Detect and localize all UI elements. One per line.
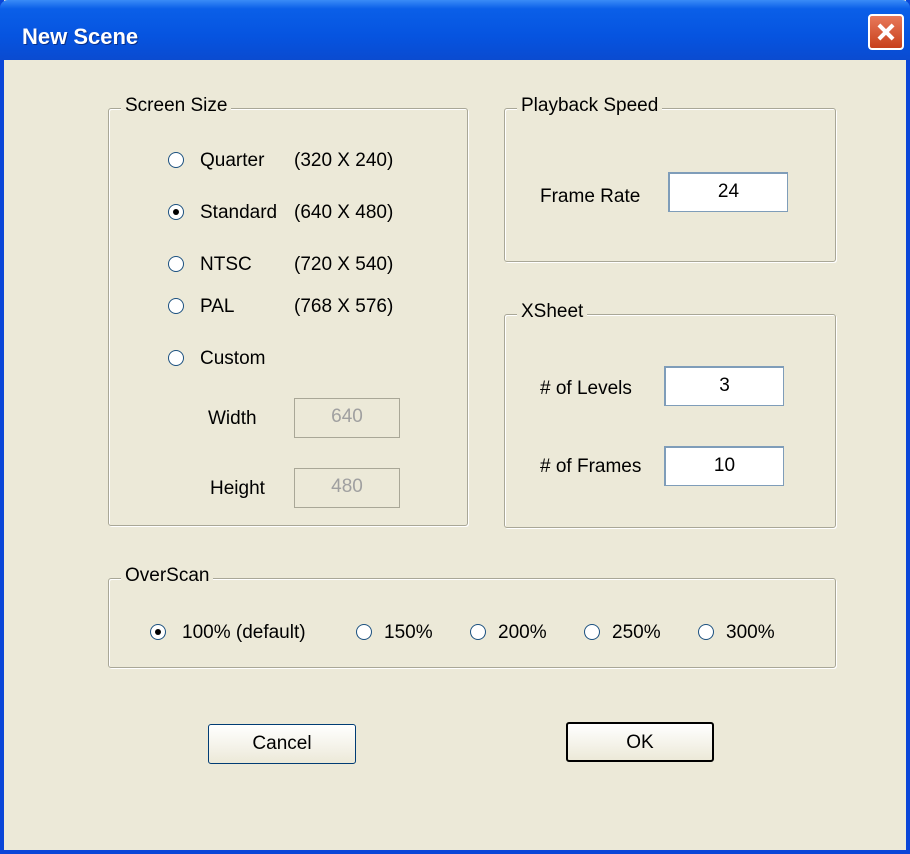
- ntsc-label: NTSC: [200, 254, 252, 275]
- ok-button[interactable]: OK: [566, 722, 714, 762]
- quarter-label: Quarter: [200, 150, 265, 171]
- screen-size-legend: Screen Size: [121, 95, 232, 117]
- screen-size-group: Screen Size: [108, 95, 468, 526]
- radio-overscan-150[interactable]: [356, 624, 372, 640]
- frame-rate-input[interactable]: 24: [668, 172, 788, 212]
- height-label: Height: [210, 478, 265, 499]
- radio-quarter[interactable]: [168, 152, 184, 168]
- radio-overscan-100[interactable]: [150, 624, 166, 640]
- cancel-button[interactable]: Cancel: [208, 724, 356, 764]
- title-bar[interactable]: New Scene: [0, 0, 910, 60]
- new-scene-dialog: New Scene Screen Size Quarter (320 X 240…: [0, 0, 910, 854]
- height-field[interactable]: 480: [294, 468, 400, 508]
- radio-overscan-300[interactable]: [698, 624, 714, 640]
- overscan-100-label: 100% (default): [182, 622, 306, 643]
- ntsc-size: (720 X 540): [294, 254, 394, 275]
- overscan-150-label: 150%: [384, 622, 433, 643]
- levels-input[interactable]: 3: [664, 366, 784, 406]
- radio-overscan-200[interactable]: [470, 624, 486, 640]
- radio-custom[interactable]: [168, 350, 184, 366]
- radio-ntsc[interactable]: [168, 256, 184, 272]
- width-field[interactable]: 640: [294, 398, 400, 438]
- overscan-250-label: 250%: [612, 622, 661, 643]
- width-label: Width: [208, 408, 257, 429]
- radio-standard[interactable]: [168, 204, 184, 220]
- pal-label: PAL: [200, 296, 235, 317]
- standard-label: Standard: [200, 202, 278, 223]
- quarter-size: (320 X 240): [294, 150, 394, 171]
- standard-size: (640 X 480): [294, 202, 394, 223]
- playback-speed-legend: Playback Speed: [517, 95, 663, 117]
- close-icon[interactable]: [868, 14, 904, 50]
- frame-rate-label: Frame Rate: [540, 186, 641, 207]
- xsheet-group: XSheet: [504, 301, 836, 528]
- custom-label: Custom: [200, 348, 266, 369]
- window-title: New Scene: [22, 24, 139, 49]
- levels-label: # of Levels: [540, 378, 632, 399]
- radio-pal[interactable]: [168, 298, 184, 314]
- overscan-300-label: 300%: [726, 622, 775, 643]
- overscan-200-label: 200%: [498, 622, 547, 643]
- frames-label: # of Frames: [540, 456, 642, 477]
- frames-input[interactable]: 10: [664, 446, 784, 486]
- overscan-legend: OverScan: [121, 565, 214, 587]
- pal-size: (768 X 576): [294, 296, 394, 317]
- xsheet-legend: XSheet: [517, 301, 588, 323]
- radio-overscan-250[interactable]: [584, 624, 600, 640]
